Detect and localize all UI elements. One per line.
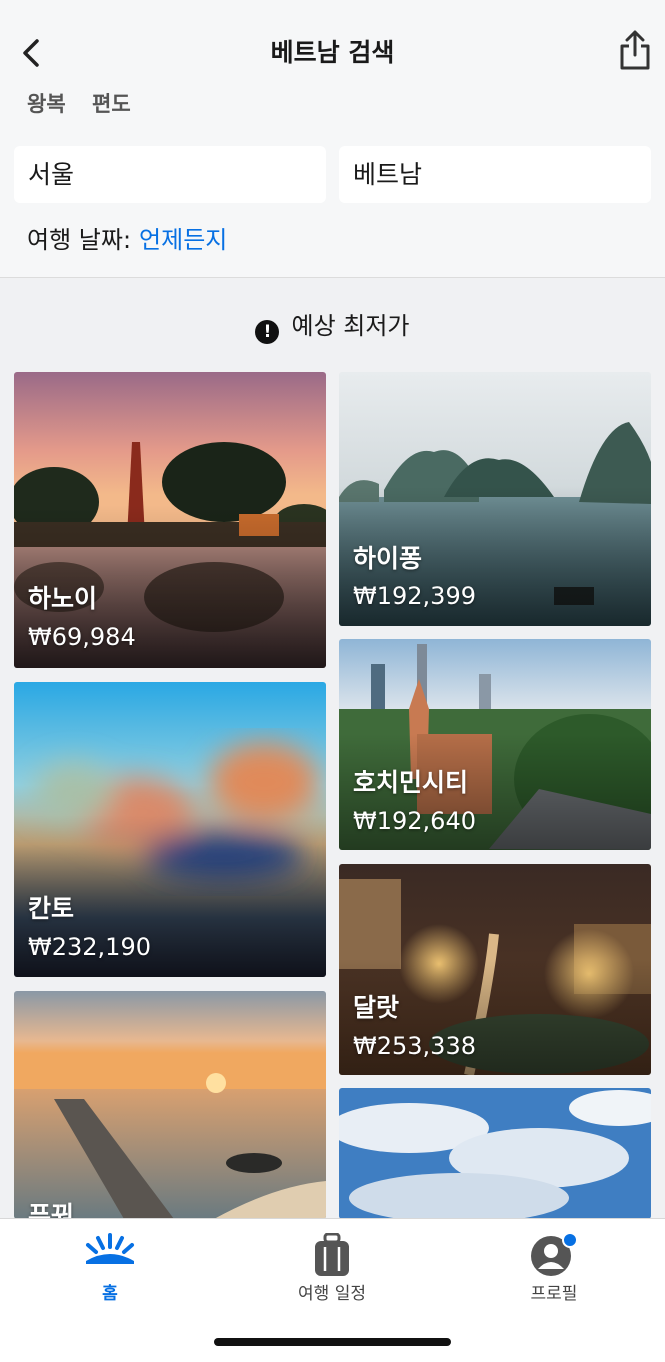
city-name: 하노이 [28,584,98,613]
destination-card-hochiminh[interactable]: 호치민시티 ₩192,640 [339,639,651,850]
round-trip-option[interactable]: 왕복 [27,88,66,120]
chevron-left-icon [23,39,39,67]
tab-profile-label: 프로필 [530,1284,578,1304]
page-title: 베트남 검색 [270,38,395,67]
date-label: 여행 날짜: [27,226,132,254]
city-price: ₩253,338 [353,1032,476,1060]
estimated-price-notice: ! 예상 최저가 [0,306,665,346]
city-name: 달랏 [353,993,400,1022]
profile-icon [531,1233,578,1276]
destination-card-hanoi[interactable]: 하노이 ₩69,984 [14,372,326,668]
tab-profile[interactable]: 프로필 [474,1229,634,1309]
city-name: 호치민시티 [353,768,469,797]
destination-card-cantho[interactable]: 칸토 ₩232,190 [14,682,326,977]
city-name: 칸토 [28,894,75,923]
notification-badge [562,1233,578,1248]
search-header: 베트남 검색 왕복 편도 서울 베트남 여행 날짜: 언제든지 [0,0,665,278]
tab-home-label: 홈 [102,1284,118,1304]
phuquoc-photo [14,991,326,1219]
sunrise-home-icon [86,1233,134,1264]
date-value-link[interactable]: 언제든지 [139,226,227,254]
destination-card-haiphong[interactable]: 하이퐁 ₩192,399 [339,372,651,626]
tab-home[interactable]: 홈 [30,1229,190,1309]
suitcase-icon [315,1233,349,1276]
share-button[interactable] [612,26,658,74]
sky-photo [339,1088,651,1219]
alert-circle-icon: ! [255,320,280,344]
tab-trips-label: 여행 일정 [298,1284,366,1304]
city-name: 푸꿔 [28,1201,75,1219]
city-price: ₩192,399 [353,582,476,610]
one-way-option[interactable]: 편도 [92,88,131,120]
destination-card-dalat[interactable]: 달랏 ₩253,338 [339,864,651,1075]
home-indicator [214,1338,451,1346]
tab-trips[interactable]: 여행 일정 [252,1229,412,1309]
city-price: ₩232,190 [28,933,151,961]
destination-field[interactable]: 베트남 [339,146,651,203]
origin-field[interactable]: 서울 [14,146,326,203]
city-price: ₩192,640 [353,807,476,835]
city-price: ₩69,984 [28,623,136,651]
destination-card-next[interactable] [339,1088,651,1219]
destination-card-phuquoc[interactable]: 푸꿔 [14,991,326,1219]
notice-text: 예상 최저가 [291,312,410,340]
share-icon [620,30,650,70]
travel-dates: 여행 날짜: 언제든지 [27,222,227,258]
back-button[interactable] [14,34,48,72]
city-name: 하이퐁 [353,544,423,573]
